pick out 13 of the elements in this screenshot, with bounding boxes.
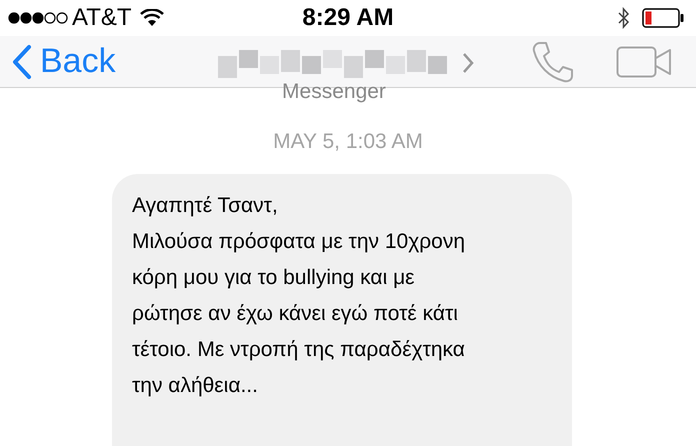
back-chevron-icon bbox=[12, 44, 32, 80]
carrier-name: AT&T bbox=[72, 3, 132, 33]
battery-icon bbox=[642, 8, 684, 28]
video-camera-icon[interactable] bbox=[616, 46, 672, 78]
chevron-right-icon bbox=[462, 52, 474, 74]
signal-dots-icon bbox=[8, 12, 68, 24]
message-text: Αγαπητέ Τσαντ, Μιλούσα πρόσφατα με την 10χρονη κόρη μου για το bullying και με ρώτησε αν έχω κάνει εγώ ποτέ κάτι τέτοιο. Με ντροπή της παραδέχτηκα την αλήθεια... bbox=[132, 192, 466, 398]
nav-subtitle: Messenger bbox=[282, 79, 386, 105]
back-button[interactable]: Back bbox=[12, 36, 116, 87]
status-time: 8:29 AM bbox=[302, 3, 394, 33]
wifi-icon bbox=[140, 9, 164, 27]
bluetooth-icon bbox=[618, 7, 630, 29]
message-timestamp: MAY 5, 1:03 AM bbox=[273, 129, 423, 155]
